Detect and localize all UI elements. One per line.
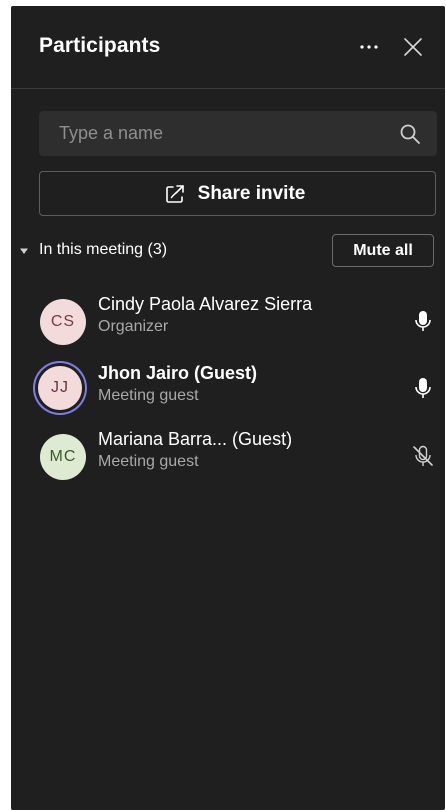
share-invite-button[interactable]: Share invite [39, 171, 436, 216]
participant-role: Meeting guest [98, 387, 199, 404]
avatar: MC [40, 434, 86, 480]
share-invite-label: Share invite [197, 182, 306, 204]
participant-row[interactable]: MC Mariana Barra... (Guest) Meeting gues… [11, 424, 445, 484]
participant-name: Jhon Jairo (Guest) [98, 363, 258, 383]
avatar-speaking: JJ [38, 366, 82, 410]
participant-role: Organizer [98, 318, 169, 335]
search-icon [400, 124, 420, 144]
panel-header: Participants [11, 6, 445, 88]
participant-role: Meeting guest [98, 453, 199, 470]
participants-panel: Participants Share invite [11, 6, 445, 810]
more-options-button[interactable] [354, 32, 384, 62]
more-icon [360, 45, 378, 49]
microphone-off-icon[interactable] [411, 444, 435, 468]
microphone-icon[interactable] [411, 376, 435, 400]
search-input[interactable] [39, 111, 379, 156]
in-meeting-label[interactable]: In this meeting (3) [39, 241, 167, 259]
microphone-icon[interactable] [411, 309, 435, 333]
participant-name: Cindy Paola Alvarez Sierra [98, 294, 313, 314]
avatar: CS [40, 299, 86, 345]
participant-name: Mariana Barra... (Guest) [98, 429, 293, 449]
search-box [39, 111, 437, 156]
share-icon [165, 184, 184, 203]
participant-row[interactable]: CS Cindy Paola Alvarez Sierra Organizer [11, 289, 445, 349]
participant-row[interactable]: JJ Jhon Jairo (Guest) Meeting guest [11, 358, 445, 418]
header-divider [11, 88, 445, 89]
close-button[interactable] [398, 32, 428, 62]
in-meeting-section-header: In this meeting (3) Mute all [11, 234, 445, 268]
close-icon [404, 38, 422, 56]
panel-title: Participants [39, 34, 161, 57]
mute-all-button[interactable]: Mute all [332, 234, 434, 267]
caret-down-icon[interactable] [19, 246, 29, 256]
